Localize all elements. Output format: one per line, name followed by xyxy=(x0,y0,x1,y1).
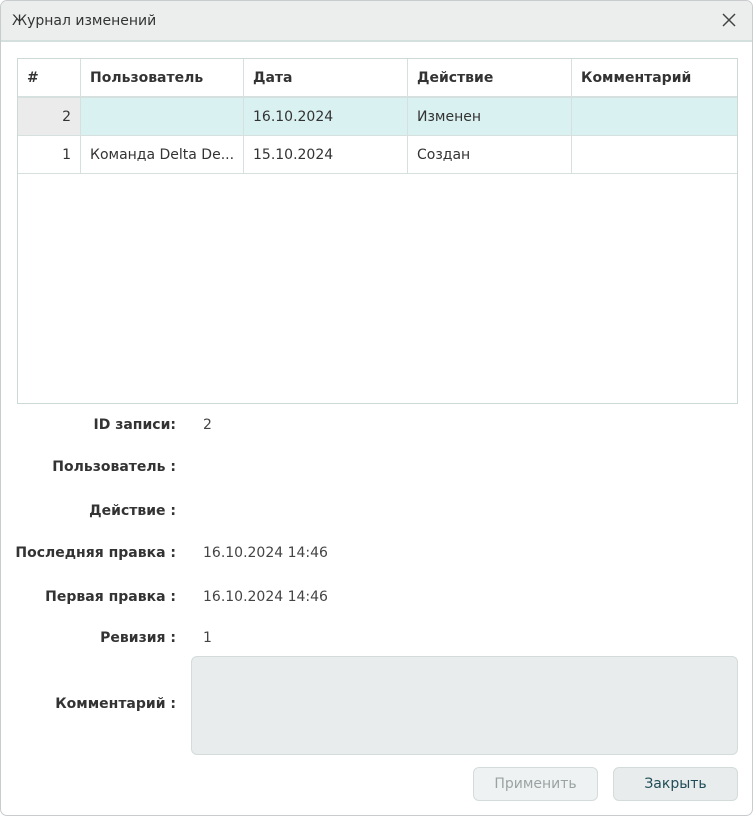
column-header-date[interactable]: Дата xyxy=(244,59,408,96)
cell-user: Команда Delta De... xyxy=(81,136,244,173)
revision-label: Ревизия : xyxy=(100,630,176,646)
column-header-number[interactable]: # xyxy=(18,59,81,96)
title-bar: Журнал изменений xyxy=(1,1,752,42)
cell-number: 1 xyxy=(18,136,81,173)
column-header-user[interactable]: Пользователь xyxy=(81,59,244,96)
column-header-comment[interactable]: Комментарий xyxy=(572,59,737,96)
action-label: Действие : xyxy=(89,503,176,519)
user-label: Пользователь : xyxy=(52,459,176,475)
close-icon[interactable] xyxy=(720,11,738,29)
first-edit-value: 16.10.2024 14:46 xyxy=(203,589,328,605)
record-id-value: 2 xyxy=(203,417,212,433)
table-row[interactable]: 1 Команда Delta De... 15.10.2024 Создан xyxy=(18,136,737,174)
comment-textarea[interactable] xyxy=(191,656,738,755)
first-edit-label: Первая правка : xyxy=(45,589,176,605)
apply-button[interactable]: Применить xyxy=(473,767,598,801)
record-id-label: ID записи: xyxy=(93,417,176,433)
last-edit-value: 16.10.2024 14:46 xyxy=(203,545,328,561)
cell-date: 15.10.2024 xyxy=(244,136,408,173)
cell-comment xyxy=(572,98,737,135)
change-log-dialog: Журнал изменений # Пользователь Дата Дей… xyxy=(0,0,753,816)
last-edit-label: Последняя правка : xyxy=(15,545,176,561)
table-row[interactable]: 2 16.10.2024 Изменен xyxy=(18,98,737,136)
comment-label: Комментарий : xyxy=(55,696,176,712)
cell-comment xyxy=(572,136,737,173)
cell-date: 16.10.2024 xyxy=(244,98,408,135)
table-header: # Пользователь Дата Действие Комментарий xyxy=(18,59,737,98)
dialog-title: Журнал изменений xyxy=(12,13,157,29)
close-button[interactable]: Закрыть xyxy=(613,767,738,801)
revision-value: 1 xyxy=(203,630,212,646)
cell-action: Создан xyxy=(408,136,572,173)
change-log-table: # Пользователь Дата Действие Комментарий… xyxy=(17,58,738,404)
cell-action: Изменен xyxy=(408,98,572,135)
cell-user xyxy=(81,98,244,135)
cell-number: 2 xyxy=(18,98,81,135)
column-header-action[interactable]: Действие xyxy=(408,59,572,96)
